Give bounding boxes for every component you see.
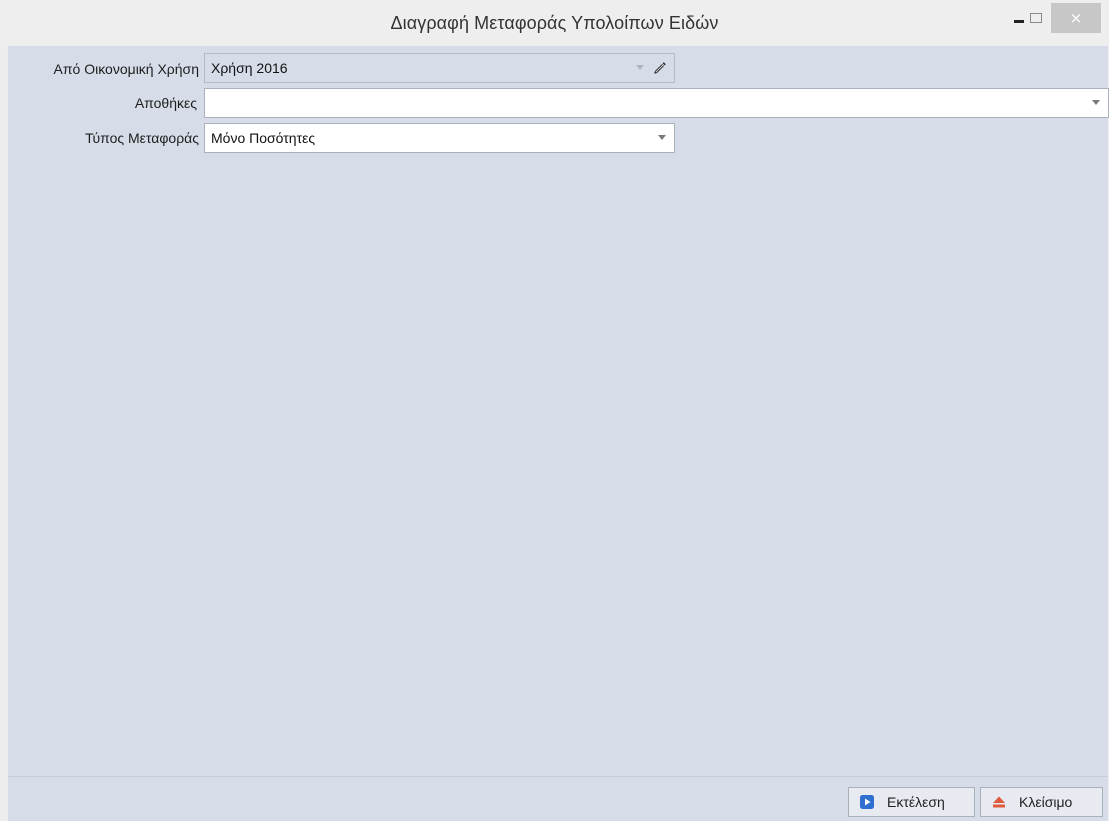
close-icon: ×: [1069, 8, 1083, 27]
maximize-icon: [1030, 13, 1042, 23]
transfer-type-label: Τύπος Μεταφοράς: [85, 130, 199, 146]
dialog-window: Διαγραφή Μεταφοράς Υπολοίπων Ειδών × Από…: [0, 0, 1109, 821]
minimize-icon: [1014, 19, 1024, 23]
fiscal-year-combo[interactable]: Χρήση 2016: [204, 53, 675, 83]
execute-label: Εκτέλεση: [887, 794, 945, 810]
close-button[interactable]: Κλείσιμο: [980, 787, 1103, 817]
form-panel: Από Οικονομική Χρήση Χρήση 2016 Αποθήκες…: [8, 46, 1109, 821]
button-bar: Εκτέλεση Κλείσιμο: [8, 777, 1108, 821]
warehouses-label: Αποθήκες: [134, 95, 197, 111]
transfer-type-combo[interactable]: Μόνο Ποσότητες: [204, 123, 675, 153]
play-icon: [860, 795, 874, 809]
close-label: Κλείσιμο: [1019, 794, 1073, 810]
close-window-button[interactable]: ×: [1051, 3, 1101, 33]
pencil-icon[interactable]: [652, 60, 668, 76]
warehouses-combo[interactable]: [204, 88, 1109, 118]
execute-button[interactable]: Εκτέλεση: [848, 787, 975, 817]
fiscal-year-label: Από Οικονομική Χρήση: [53, 61, 199, 77]
title-bar[interactable]: Διαγραφή Μεταφοράς Υπολοίπων Ειδών ×: [0, 0, 1109, 46]
chevron-down-icon: [636, 65, 644, 70]
fiscal-year-value: Χρήση 2016: [211, 60, 288, 76]
chevron-down-icon[interactable]: [658, 135, 666, 140]
window-title: Διαγραφή Μεταφοράς Υπολοίπων Ειδών: [390, 13, 719, 33]
transfer-type-value: Μόνο Ποσότητες: [211, 130, 316, 146]
maximize-button[interactable]: [1024, 3, 1048, 33]
chevron-down-icon[interactable]: [1092, 100, 1100, 105]
eject-icon: [993, 796, 1005, 808]
